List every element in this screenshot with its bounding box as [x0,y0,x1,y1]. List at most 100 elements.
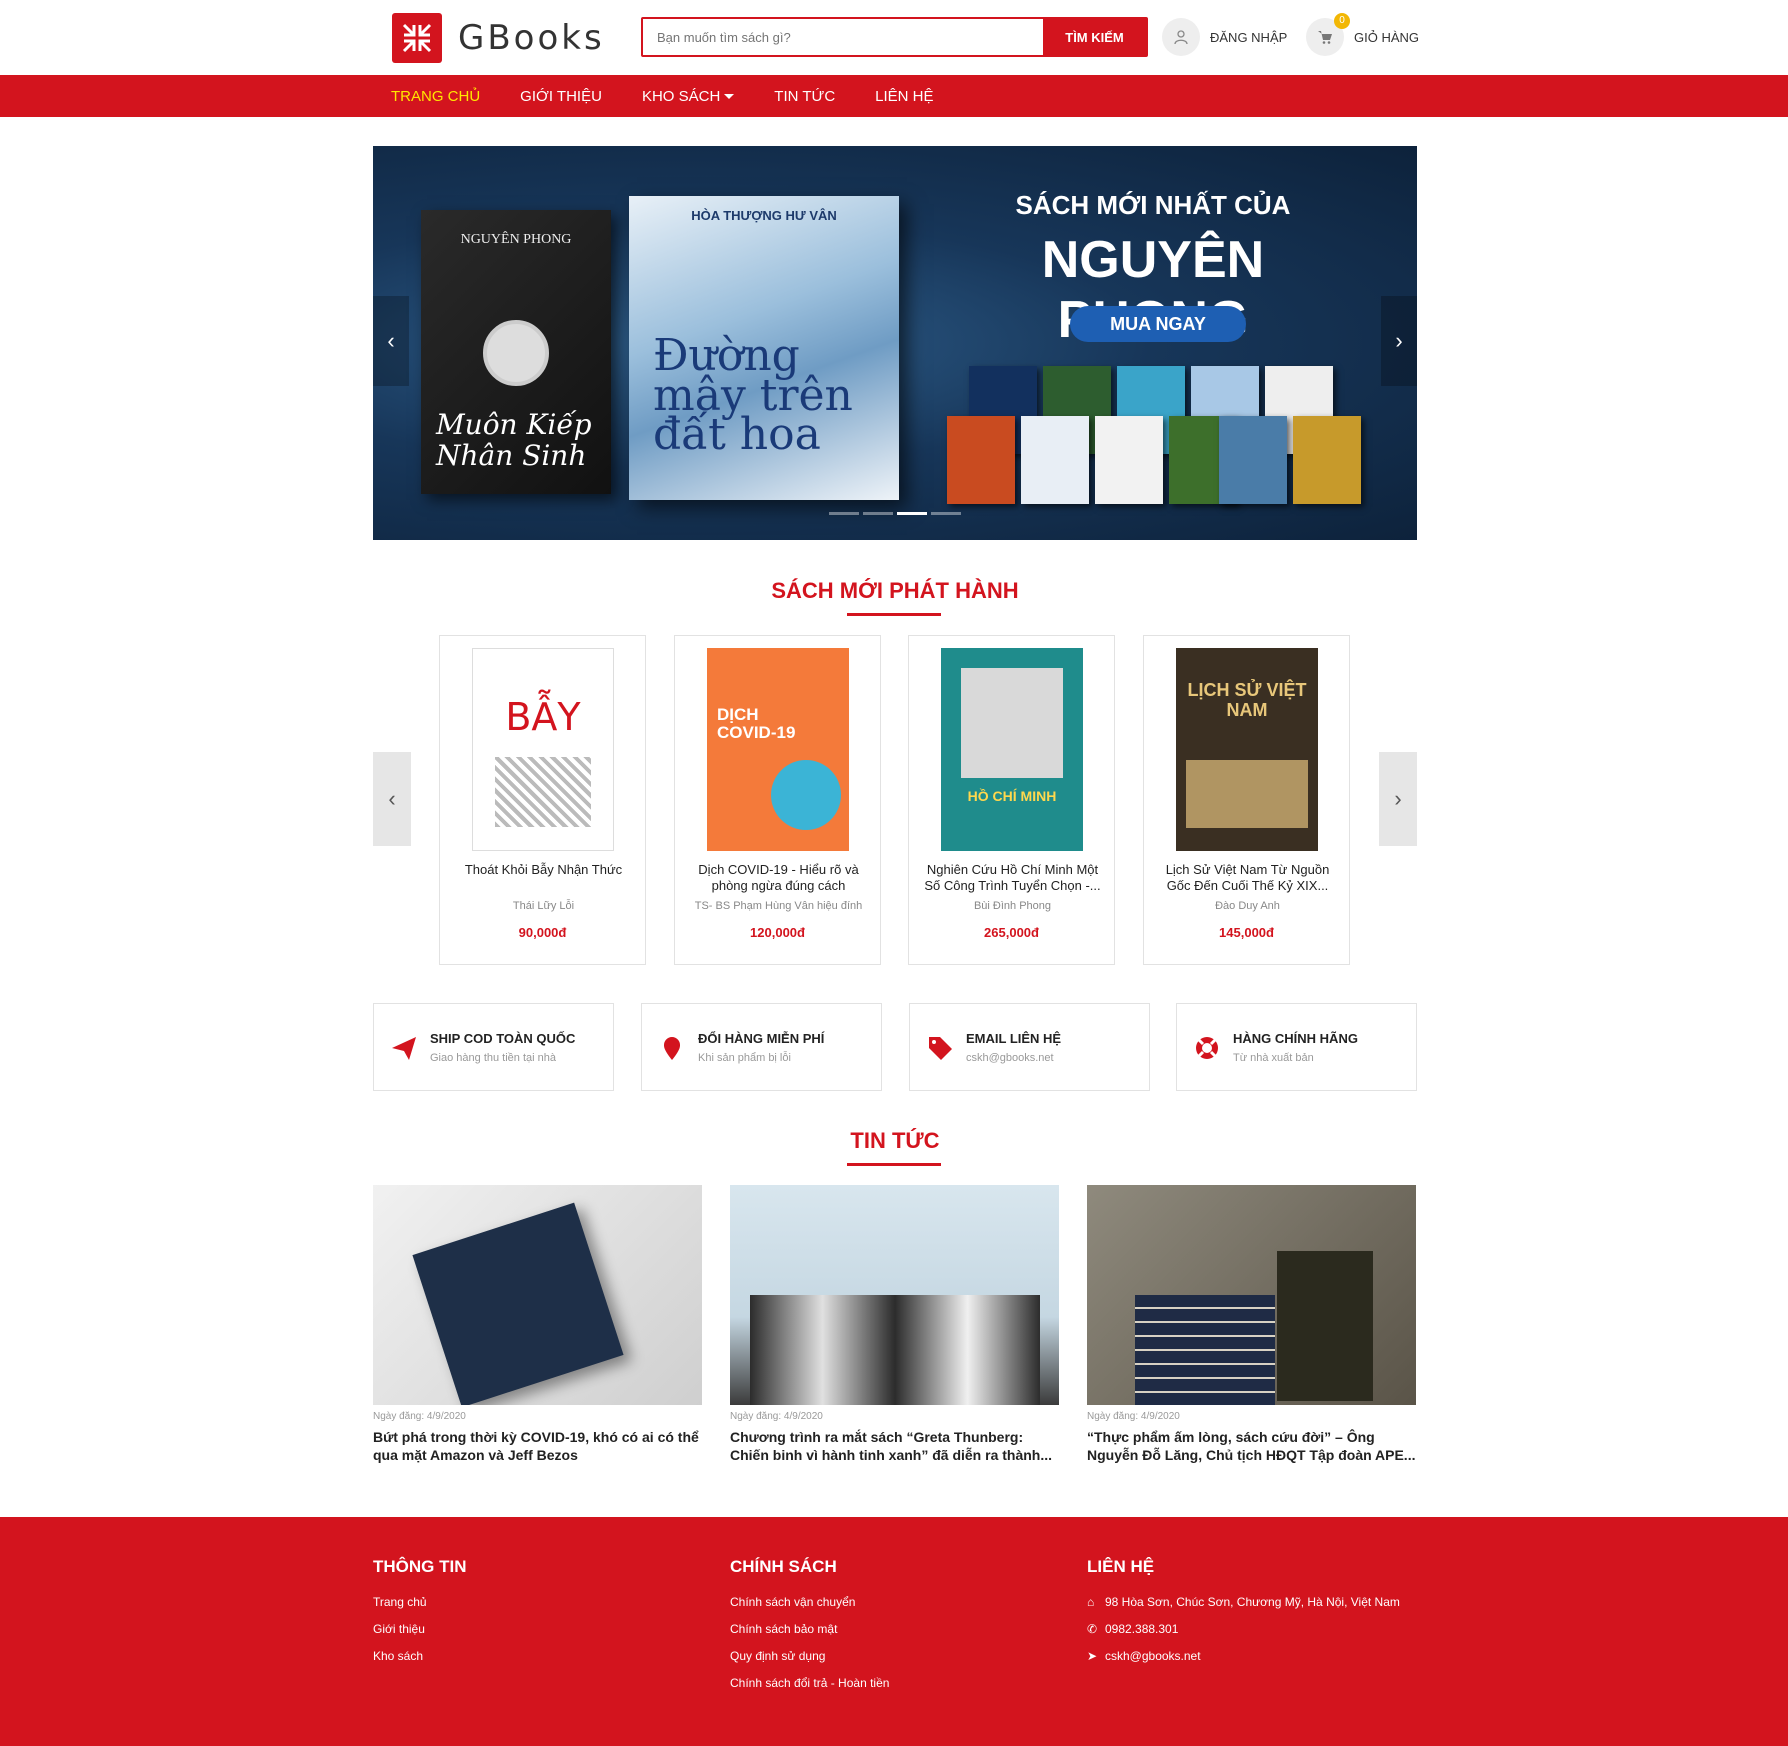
product-author: TS- BS Phạm Hùng Vân hiệu đính [694,900,863,912]
product-author: Thái Lữy Lỗi [512,900,575,912]
phone-text: 0982.388.301 [1105,1622,1179,1636]
feature-subtitle: Giao hàng thu tiền tại nhà [430,1052,556,1064]
map-pin-icon [664,1037,680,1060]
news-headline[interactable]: Bứt phá trong thời kỳ COVID-19, khó có a… [373,1428,702,1464]
logo-text: GBooks [458,18,605,58]
top-header: GBooks TÌM KIẾM ĐĂNG NHẬP 0 GIỎ HÀNG [0,0,1788,75]
hero-slider[interactable]: NGUYÊN PHONG Muôn Kiếp Nhân Sinh HÒA THƯ… [373,146,1417,540]
feature-title: HÀNG CHÍNH HÃNG [1233,1031,1358,1046]
cover-text: HỒ CHÍ MINH [967,788,1057,804]
buy-now-button[interactable]: MUA NGAY [1070,306,1246,342]
news-image[interactable] [1087,1185,1416,1405]
product-card[interactable]: BẪY Thoát Khỏi Bẫy Nhận Thức Thái Lữy Lỗ… [439,635,646,965]
footer-link[interactable]: Chính sách đổi trả - Hoàn tiền [730,1676,889,1690]
product-name[interactable]: Dịch COVID-19 - Hiểu rõ và phòng ngừa đú… [687,862,870,894]
footer-policy: CHÍNH SÁCH Chính sách vận chuyển Chính s… [730,1557,889,1703]
product-price: 265,000đ [984,925,1039,940]
clock-image [483,320,549,386]
news-image[interactable] [373,1185,702,1405]
product-author: Bùi Đình Phong [973,900,1052,912]
product-cover[interactable]: LỊCH SỬ VIỆT NAM [1176,648,1318,851]
nav-item-contact[interactable]: LIÊN HỆ [875,88,933,105]
cart-count-badge: 0 [1334,13,1350,29]
banner-book-muon-kiep: NGUYÊN PHONG Muôn Kiếp Nhân Sinh [421,210,611,494]
book-image [412,1202,624,1405]
news-date: Ngày đăng: 4/9/2020 [1087,1411,1180,1422]
product-name[interactable]: Thoát Khỏi Bẫy Nhận Thức [452,862,635,894]
footer-link[interactable]: Kho sách [373,1649,467,1663]
cart-link[interactable]: 0 GIỎ HÀNG [1306,13,1420,56]
product-cover[interactable]: BẪY [472,648,614,851]
banner-book-b-author: HÒA THƯỢNG HƯ VÂN [691,208,837,223]
footer-link[interactable]: Chính sách vận chuyển [730,1595,889,1609]
footer-link[interactable]: Chính sách bảo mật [730,1622,889,1636]
book-stack-image [1135,1295,1275,1405]
nav-item-books[interactable]: KHO SÁCH [642,88,735,105]
people-image [750,1295,1040,1405]
slider-dot-active[interactable] [897,512,927,515]
tag-icon [929,1037,952,1060]
footer-policy-title: CHÍNH SÁCH [730,1557,837,1576]
login-link[interactable]: ĐĂNG NHẬP [1162,18,1287,56]
maze-image [495,757,591,827]
slider-dot[interactable] [829,512,859,515]
logo[interactable]: GBooks [392,13,605,63]
product-cover[interactable]: DỊCH COVID-19 [707,648,849,851]
lifebuoy-icon [1196,1037,1218,1059]
email-text: cskh@gbooks.net [1105,1649,1201,1663]
feature-genuine: HÀNG CHÍNH HÃNG Từ nhà xuất bản [1176,1003,1417,1091]
product-price: 145,000đ [1219,925,1274,940]
product-name[interactable]: Lịch Sử Việt Nam Từ Nguồn Gốc Đến Cuối T… [1156,862,1339,894]
footer-link[interactable]: Trang chủ [373,1595,467,1609]
slider-dot[interactable] [931,512,961,515]
title-underline [847,1163,941,1166]
title-underline [847,613,941,616]
slider-prev-button[interactable]: ‹ [373,296,409,386]
mini-book [1219,416,1287,504]
nav-item-about[interactable]: GIỚI THIỆU [520,88,602,105]
paper-plane-icon [392,1037,416,1060]
cover-text: LỊCH SỬ VIỆT NAM [1187,680,1307,720]
news-card[interactable]: Ngày đăng: 4/9/2020 Chương trình ra mắt … [730,1185,1059,1464]
cart-label: GIỎ HÀNG [1354,29,1420,45]
news-headline[interactable]: “Thực phẩm ấm lòng, sách cứu đời” – Ông … [1087,1428,1416,1464]
news-image[interactable] [730,1185,1059,1405]
banner-book-a-author: NGUYÊN PHONG [460,232,572,247]
nav-item-home[interactable]: TRANG CHỦ [391,88,480,105]
cover-text: DỊCH COVID-19 [717,705,796,742]
footer-email[interactable]: ➤ cskh@gbooks.net [1087,1649,1400,1663]
slider-dot[interactable] [863,512,893,515]
footer-info-title: THÔNG TIN [373,1557,467,1576]
cover-text: BẪY [505,695,581,739]
slider-next-button[interactable]: › [1381,296,1417,386]
footer-link[interactable]: Giới thiệu [373,1622,467,1636]
footer-contact-title: LIÊN HỆ [1087,1557,1155,1576]
footer-link[interactable]: Quy định sử dụng [730,1649,889,1663]
search-button[interactable]: TÌM KIẾM [1043,19,1146,55]
nav-menu: TRANG CHỦ GIỚI THIỆU KHO SÁCH TIN TỨC LI… [391,75,974,117]
banner-headline: SÁCH MỚI NHẤT CỦA [1015,190,1291,220]
products-prev-button[interactable]: ‹ [373,752,411,846]
footer-phone[interactable]: ✆ 0982.388.301 [1087,1622,1400,1636]
caret-down-icon [724,94,735,100]
news-headline[interactable]: Chương trình ra mắt sách “Greta Thunberg… [730,1428,1059,1464]
feature-title: EMAIL LIÊN HỆ [966,1031,1062,1046]
search-input[interactable] [643,19,1043,55]
product-card[interactable]: LỊCH SỬ VIỆT NAM Lịch Sử Việt Nam Từ Ngu… [1143,635,1350,965]
mini-book [947,416,1015,504]
mini-book [1021,416,1089,504]
products-next-button[interactable]: › [1379,752,1417,846]
product-card[interactable]: DỊCH COVID-19 Dịch COVID-19 - Hiểu rõ và… [674,635,881,965]
product-cover[interactable]: HỒ CHÍ MINH [941,648,1083,851]
banner-book-b-title: Đường mây trên đất hoa [653,330,853,461]
banner-book-a-title: Muôn Kiếp Nhân Sinh [436,408,592,472]
search-bar: TÌM KIẾM [641,17,1148,57]
news-card[interactable]: Ngày đăng: 4/9/2020 “Thực phẩm ấm lòng, … [1087,1185,1416,1464]
footer: THÔNG TIN Trang chủ Giới thiệu Kho sách … [0,1517,1788,1746]
nav-item-news[interactable]: TIN TỨC [774,88,835,105]
product-card[interactable]: HỒ CHÍ MINH Nghiên Cứu Hồ Chí Minh Một S… [908,635,1115,965]
news-card[interactable]: Ngày đăng: 4/9/2020 Bứt phá trong thời k… [373,1185,702,1464]
pattern-image [1186,760,1308,828]
feature-subtitle: Từ nhà xuất bản [1233,1052,1314,1064]
product-name[interactable]: Nghiên Cứu Hồ Chí Minh Một Số Công Trình… [921,862,1104,894]
